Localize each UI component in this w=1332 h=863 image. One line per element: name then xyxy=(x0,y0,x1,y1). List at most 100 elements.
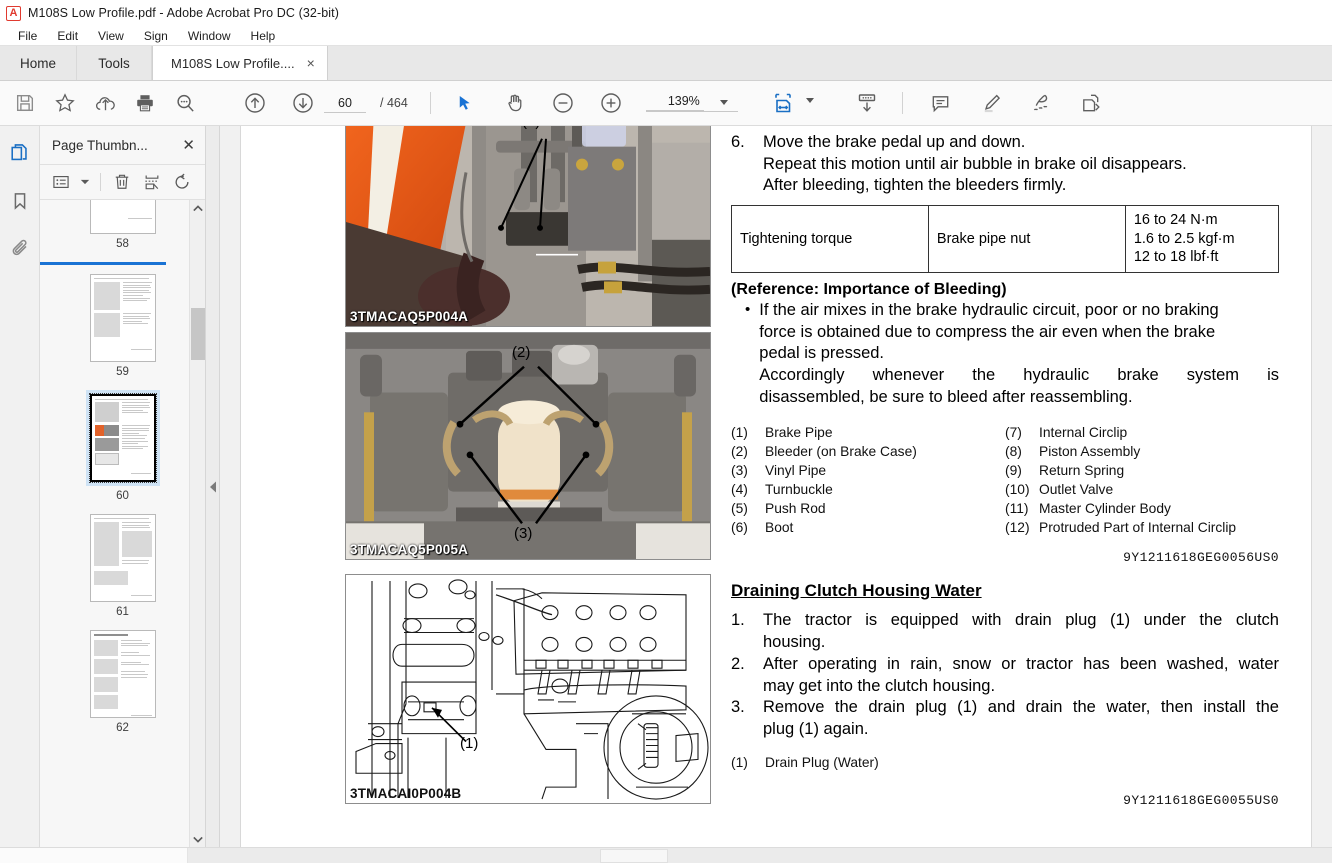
scrollbar-thumb[interactable] xyxy=(191,308,205,360)
step-3-line-2: plug (1) again. xyxy=(763,720,869,739)
next-page-button[interactable] xyxy=(288,88,318,118)
thumbnail-content xyxy=(93,518,152,598)
menu-sign[interactable]: Sign xyxy=(134,28,178,44)
text-column: bleeder two turns. 6. Move the brake ped… xyxy=(731,126,1280,809)
menu-view[interactable]: View xyxy=(88,28,134,44)
figure-brake-pipes-graphic xyxy=(346,126,710,326)
page-number-input[interactable] xyxy=(324,93,366,113)
legend-item: (4) Turnbuckle xyxy=(731,480,1005,499)
parts-legend-2: (1) Drain Plug (Water) xyxy=(731,753,1279,772)
tab-strip-filler xyxy=(327,46,1332,80)
thumbnail-page-59[interactable]: 59 xyxy=(40,274,205,378)
thumbnail-page-60[interactable]: 60 xyxy=(40,390,205,502)
legend-item: (6) Boot xyxy=(731,518,1005,537)
tab-tools[interactable]: Tools xyxy=(77,46,152,80)
sidebar-item-bookmarks[interactable] xyxy=(7,188,33,214)
legend-label: Drain Plug (Water) xyxy=(765,755,879,771)
chevron-up-icon[interactable] xyxy=(190,200,205,216)
comment-bubble-icon[interactable] xyxy=(926,88,956,118)
document-id-2: 9Y1211618GEG0055US0 xyxy=(1123,793,1279,809)
menu-file[interactable]: File xyxy=(8,28,47,44)
legend-column-right: (7) Internal Circlip (8) Piston Assembly (… xyxy=(1005,423,1279,537)
tab-home[interactable]: Home xyxy=(0,46,77,80)
close-icon[interactable]: ✕ xyxy=(182,138,195,153)
toolbar-divider-2 xyxy=(901,92,903,114)
save-icon[interactable] xyxy=(10,88,40,118)
share-document-icon[interactable] xyxy=(1076,88,1106,118)
navigation-rail xyxy=(0,126,40,847)
chevron-down-icon[interactable] xyxy=(78,169,92,195)
toolbar-divider xyxy=(100,173,101,191)
thumbnail-list[interactable]: 58 59 60 61 62 xyxy=(40,200,205,847)
panel-collapse-handle[interactable] xyxy=(206,126,220,847)
hand-icon[interactable] xyxy=(500,88,530,118)
options-list-icon[interactable] xyxy=(48,169,74,195)
table-row: Tightening torque Brake pipe nut 16 to 2… xyxy=(731,205,1280,273)
tab-document-label: M108S Low Profile.... xyxy=(171,55,295,71)
sidebar-item-attachments[interactable] xyxy=(7,236,33,262)
reference-line-4: Accordingly whenever the hydraulic brake… xyxy=(759,366,1279,385)
chevron-down-icon[interactable] xyxy=(719,100,728,105)
sign-pen-icon[interactable] xyxy=(1026,88,1056,118)
step-2-line-2: may get into the clutch housing. xyxy=(763,676,996,695)
legend-number: (1) xyxy=(731,424,748,440)
thumbnail-page-number: 60 xyxy=(116,490,129,502)
legend-number: (2) xyxy=(731,443,748,459)
highlighter-pen-icon[interactable] xyxy=(976,88,1006,118)
menu-window[interactable]: Window xyxy=(178,28,241,44)
thumbnail-page-62[interactable]: 62 xyxy=(40,630,205,734)
page-total-label: / 464 xyxy=(380,96,408,110)
page-thumbnails-panel: Page Thumbn... ✕ 58 59 60 61 62 xyxy=(40,126,206,847)
figure-clutch-housing-drain: (1) 3TMACAI0P004B xyxy=(345,574,711,804)
thumbnail-page-number: 61 xyxy=(116,606,129,618)
tab-document[interactable]: M108S Low Profile.... × xyxy=(152,46,328,80)
thumbnail-page-58[interactable]: 58 xyxy=(40,200,205,250)
fit-options-chevron-down-icon[interactable] xyxy=(805,97,814,103)
upload-cloud-icon[interactable] xyxy=(90,88,120,118)
menu-help[interactable]: Help xyxy=(241,28,286,44)
zoom-out-button[interactable] xyxy=(548,88,578,118)
sidebar-item-page-thumbnails[interactable] xyxy=(7,140,33,166)
reference-line-2: force is obtained due to compress the ai… xyxy=(759,322,1216,341)
legend-label: Piston Assembly xyxy=(1039,443,1141,459)
legend-label: Turnbuckle xyxy=(765,481,833,497)
reference-line-5: disassembled, be sure to bleed after rea… xyxy=(759,387,1133,406)
menu-edit[interactable]: Edit xyxy=(47,28,88,44)
legend-number: (12) xyxy=(1005,519,1030,535)
acrobat-window: A M108S Low Profile.pdf - Adobe Acrobat … xyxy=(0,0,1332,863)
print-icon[interactable] xyxy=(130,88,160,118)
delete-trash-icon[interactable] xyxy=(109,169,135,195)
scrollbar-thumb[interactable] xyxy=(600,849,668,863)
thumbnail-page-number: 58 xyxy=(116,238,129,250)
close-icon[interactable]: × xyxy=(307,56,315,70)
extract-pages-icon[interactable] xyxy=(139,169,165,195)
torque-value-lbfft: 12 to 18 lbf·ft xyxy=(1133,249,1219,266)
title-bar: A M108S Low Profile.pdf - Adobe Acrobat … xyxy=(0,0,1332,26)
bullet-dot: • xyxy=(745,300,751,318)
window-title: M108S Low Profile.pdf - Adobe Acrobat Pr… xyxy=(28,6,340,20)
step-number: 3. xyxy=(731,698,745,717)
previous-page-button[interactable] xyxy=(240,88,270,118)
step-1-line-2: housing. xyxy=(763,633,826,652)
rotate-page-icon[interactable] xyxy=(169,169,195,195)
thumbnail-page-61[interactable]: 61 xyxy=(40,514,205,618)
fit-page-width-icon[interactable] xyxy=(768,88,798,118)
figure-callout-1: (1) xyxy=(522,126,540,130)
search-zoom-icon[interactable] xyxy=(170,88,200,118)
step-6: 6. Move the brake pedal up and down. Rep… xyxy=(731,132,1279,197)
star-icon[interactable] xyxy=(50,88,80,118)
document-viewer[interactable]: (1) 3TMACAQ5P004A xyxy=(220,126,1332,847)
zoom-in-button[interactable] xyxy=(596,88,626,118)
thumbnails-panel-title: Page Thumbn... xyxy=(52,137,148,153)
horizontal-scrollbar[interactable] xyxy=(0,847,1332,863)
legend-label: Boot xyxy=(765,519,794,535)
legend-2-column: (1) Drain Plug (Water) xyxy=(731,753,1005,772)
section-heading-draining-clutch: Draining Clutch Housing Water xyxy=(731,580,982,600)
select-tool-icon[interactable] xyxy=(450,88,480,118)
step-2: 2. After operating in rain, snow or trac… xyxy=(731,654,1279,698)
zoom-level-control[interactable]: 139% xyxy=(645,94,738,112)
thumbnails-scrollbar[interactable] xyxy=(189,200,205,847)
scrollbar-track[interactable] xyxy=(188,848,1332,863)
chevron-down-icon[interactable] xyxy=(190,831,205,847)
page-scroll-down-icon[interactable] xyxy=(852,88,882,118)
